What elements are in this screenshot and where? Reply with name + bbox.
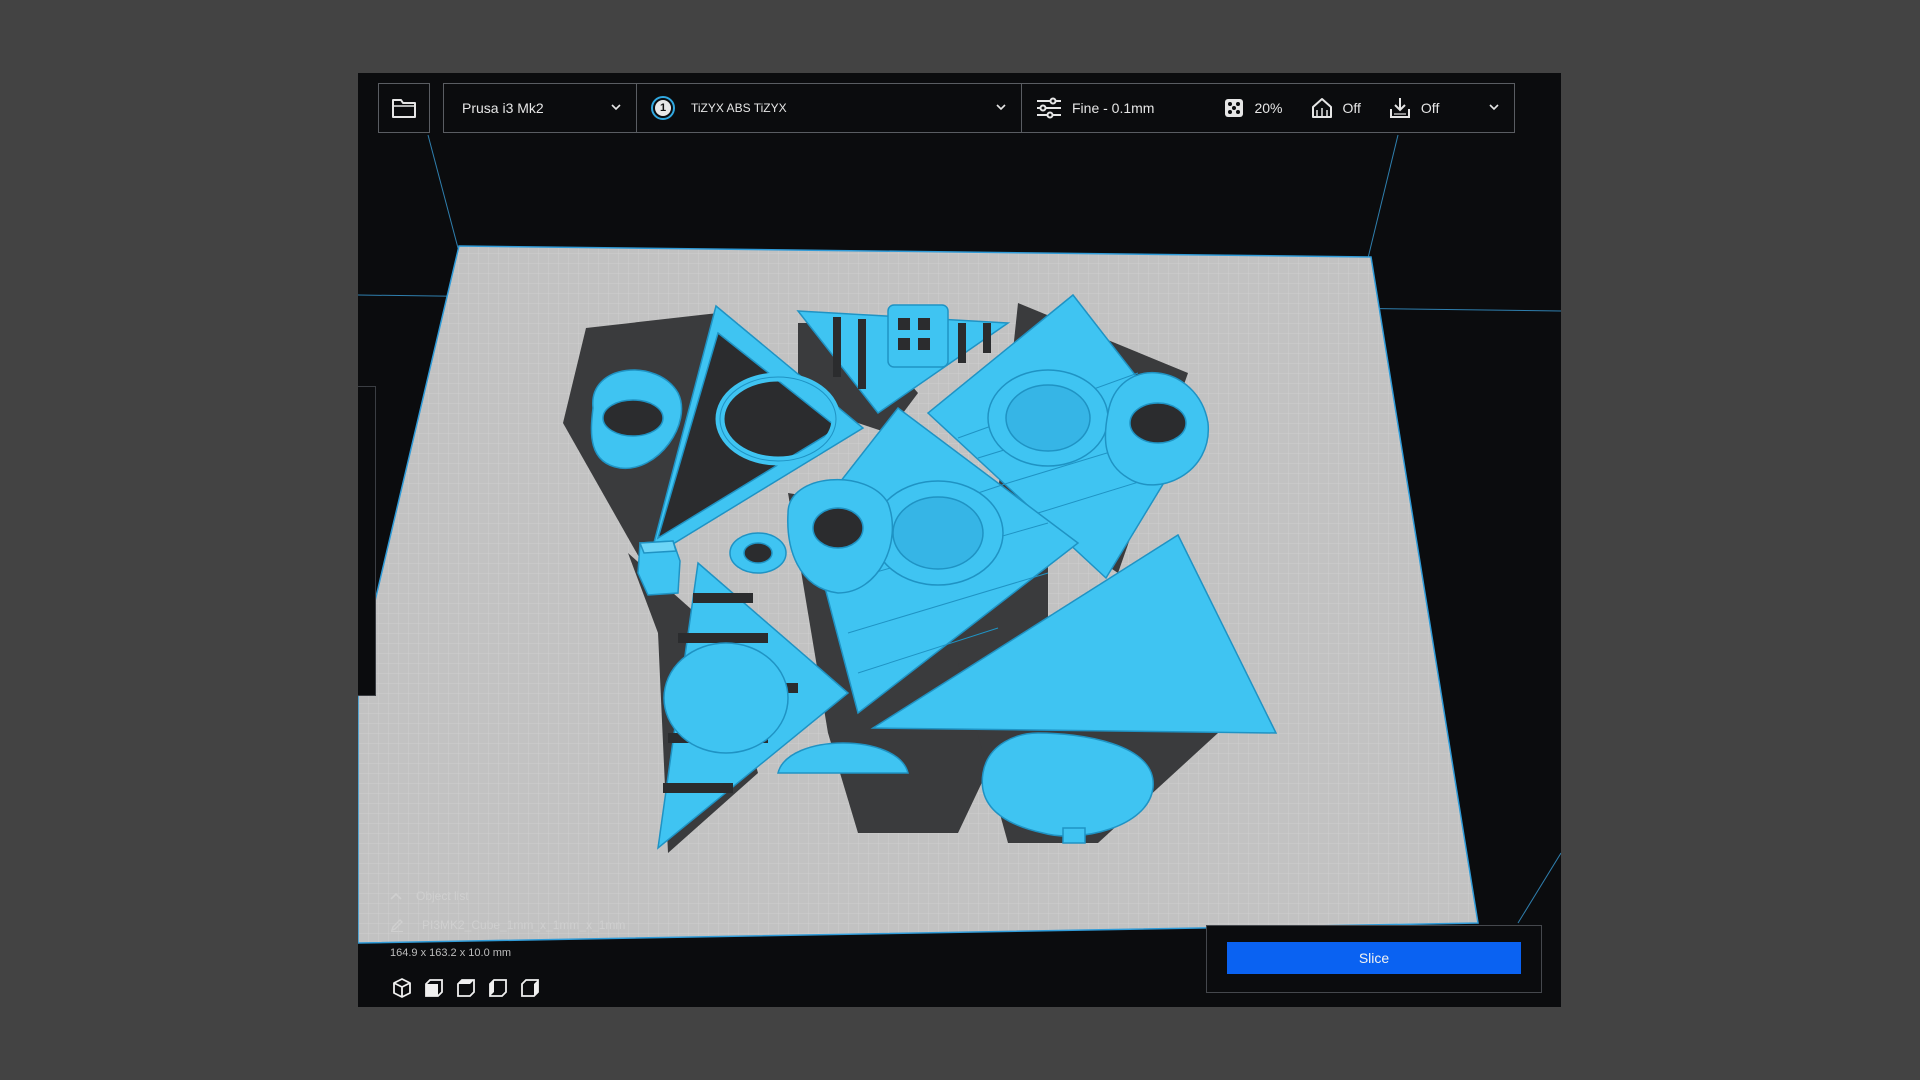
infill-setting: 20% <box>1224 98 1283 118</box>
adhesion-value: Off <box>1420 100 1440 116</box>
slice-button[interactable]: Slice <box>1227 942 1521 974</box>
object-dimensions: 164.9 x 163.2 x 10.0 mm <box>390 947 512 959</box>
print-setup-bar: Prusa i3 Mk2 1 TiZYX ABS TiZYX Fine - 0.… <box>443 83 1515 133</box>
3d-view-icon <box>393 978 411 998</box>
front-view-button[interactable] <box>422 976 446 1000</box>
pencil-icon <box>390 919 403 932</box>
infill-value: 20% <box>1254 100 1283 116</box>
chevron-down-icon <box>996 104 1006 111</box>
open-file-button[interactable] <box>378 83 430 133</box>
profile-setting: Fine - 0.1mm <box>1036 97 1154 119</box>
material-selector[interactable]: 1 TiZYX ABS TiZYX <box>637 84 1022 132</box>
3d-viewport[interactable] <box>358 73 1561 1007</box>
printer-name: Prusa i3 Mk2 <box>462 100 544 116</box>
3d-view-button[interactable] <box>390 976 414 1000</box>
support-setting: Off <box>1311 97 1361 119</box>
adhesion-setting: Off <box>1389 97 1439 119</box>
left-view-button[interactable] <box>486 976 510 1000</box>
left-view-icon <box>489 979 507 997</box>
printer-selector[interactable]: Prusa i3 Mk2 <box>444 84 637 132</box>
front-view-icon <box>425 979 443 997</box>
slice-panel: Slice <box>1206 925 1542 993</box>
right-view-button[interactable] <box>518 976 542 1000</box>
support-icon <box>1311 98 1332 118</box>
left-toolbar-strip[interactable] <box>358 386 376 696</box>
object-list-toggle[interactable]: Object list <box>390 887 625 905</box>
sliders-icon <box>1037 97 1061 119</box>
object-list-header: Object list <box>416 889 469 903</box>
chevron-up-icon <box>390 892 402 900</box>
adhesion-icon <box>1389 98 1410 118</box>
right-view-icon <box>521 979 539 997</box>
profile-label: Fine - 0.1mm <box>1072 100 1155 116</box>
folder-icon <box>392 99 416 118</box>
chevron-down-icon <box>1489 104 1499 111</box>
chevron-down-icon <box>611 104 621 111</box>
camera-view-buttons <box>390 976 550 1000</box>
material-name: TiZYX ABS TiZYX <box>691 101 787 115</box>
object-name: PI3MK2_Cube_1mm_x_1mm_x_1mm <box>422 918 626 932</box>
print-settings-selector[interactable]: Fine - 0.1mm 20% Off Off <box>1022 84 1514 132</box>
object-list-panel: Object list PI3MK2_Cube_1mm_x_1mm_x_1mm … <box>390 887 625 962</box>
support-value: Off <box>1342 100 1361 116</box>
top-view-button[interactable] <box>454 976 478 1000</box>
extruder-badge: 1 <box>651 96 675 120</box>
infill-icon <box>1225 99 1244 117</box>
cura-window: Prusa i3 Mk2 1 TiZYX ABS TiZYX Fine - 0.… <box>358 73 1561 1007</box>
top-view-icon <box>457 979 475 997</box>
object-list-item[interactable]: PI3MK2_Cube_1mm_x_1mm_x_1mm <box>390 916 625 934</box>
